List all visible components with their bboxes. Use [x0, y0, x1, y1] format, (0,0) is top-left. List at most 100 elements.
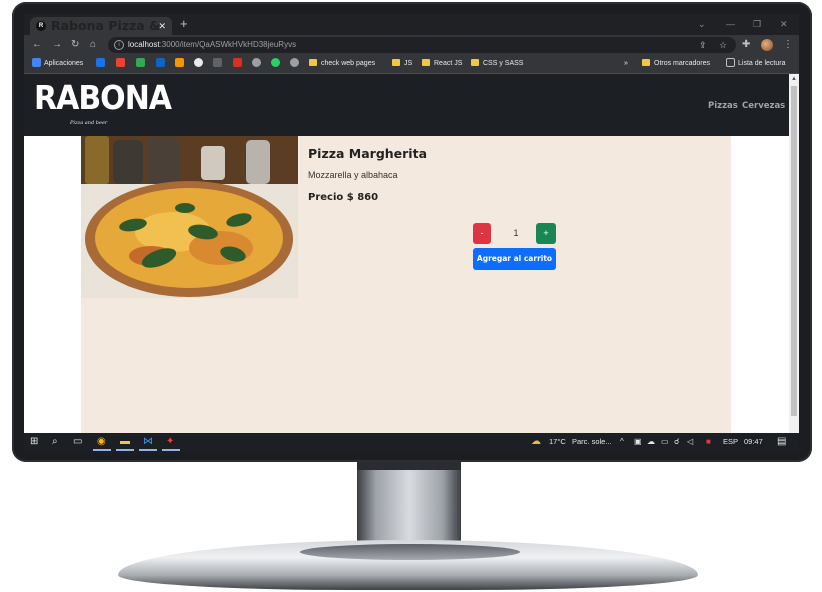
tab-close-icon[interactable]: ✕	[158, 17, 166, 35]
browser-tab-bar: R Rabona Pizza & Beer ✕ + ⌄ — ❐ ✕	[24, 14, 799, 51]
profile-avatar[interactable]	[761, 39, 773, 51]
bookmark-github[interactable]	[194, 55, 206, 73]
weather-text[interactable]: Parc. sole...	[572, 433, 612, 451]
scrollbar-thumb[interactable]	[791, 86, 797, 416]
bookmark-outlook[interactable]	[96, 55, 108, 73]
page-scrollbar[interactable]: ▲ ▼	[789, 74, 799, 446]
add-to-cart-button[interactable]: Agregar al carrito	[473, 248, 556, 270]
bookmark-globe[interactable]	[252, 55, 264, 73]
tray-chevron-icon[interactable]: ^	[620, 433, 624, 451]
clock-time[interactable]: 09:47	[744, 433, 763, 451]
url-path: :3000/item/QaASWkHVkHD38jeuRyvs	[159, 40, 297, 49]
product-detail-card: Pizza Margherita Mozzarella y albahaca P…	[81, 136, 731, 446]
new-tab-icon[interactable]: +	[180, 16, 188, 32]
nav-link-cervezas[interactable]: Cervezas	[742, 100, 785, 112]
windows-taskbar: ⊞ ⌕ ▭ ◉ ▬ ⋈ ✦ ☁ 17°C Parc. sole... ^ ▣ ☁…	[24, 433, 799, 451]
back-icon[interactable]: ←	[32, 37, 42, 53]
site-navbar: RABONA Pizza and beer Pizzas Cervezas	[24, 74, 789, 136]
battery-icon[interactable]: ▭	[661, 433, 669, 451]
bookmark-dark[interactable]	[213, 55, 225, 73]
bookmark-red[interactable]	[233, 55, 245, 73]
product-title: Pizza Margherita	[308, 146, 428, 161]
folder-icon	[642, 59, 650, 66]
bookmarks-overflow-icon[interactable]: »	[624, 55, 628, 73]
nav-link-pizzas[interactable]: Pizzas	[708, 100, 738, 112]
bookmark-folder-react-js[interactable]: React JS	[422, 55, 462, 73]
site-info-icon[interactable]: i	[114, 40, 124, 50]
quantity-value: 1	[513, 228, 519, 238]
monitor-stand-shadow	[357, 462, 461, 470]
vscode-active-indicator	[139, 449, 157, 451]
browser-tab[interactable]: R Rabona Pizza & Beer ✕	[30, 17, 172, 51]
bookmarks-bar: Aplicaciones check web pages JS React JS…	[24, 55, 799, 74]
tray-app-icon[interactable]: ▣	[634, 433, 642, 451]
bookmark-drive[interactable]	[136, 55, 148, 73]
bookmark-other[interactable]: Otros marcadores	[642, 55, 710, 73]
drive-icon	[136, 58, 145, 67]
minimize-icon[interactable]: —	[726, 16, 735, 32]
network-icon[interactable]: ☌	[674, 433, 679, 451]
gmail-icon	[116, 58, 125, 67]
weather-icon[interactable]: ☁	[531, 433, 541, 451]
reading-list-icon	[726, 58, 735, 67]
antivirus-icon[interactable]: ■	[706, 433, 711, 451]
folder-icon	[471, 59, 479, 66]
home-icon[interactable]: ⌂	[90, 37, 96, 53]
chrome-active-indicator	[93, 449, 111, 451]
explorer-active-indicator	[116, 449, 134, 451]
globe-icon	[290, 58, 299, 67]
tab-favicon: R	[36, 21, 46, 31]
bookmark-folder-check-web-pages[interactable]: check web pages	[309, 55, 375, 73]
bookmark-whatsapp[interactable]	[271, 55, 283, 73]
menu-kebab-icon[interactable]: ⋮	[783, 37, 793, 53]
folder-icon	[309, 59, 317, 66]
outlook-icon	[96, 58, 105, 67]
globe-icon	[252, 58, 261, 67]
search-icon[interactable]: ⌕	[52, 433, 58, 451]
increase-quantity-button[interactable]: +	[536, 223, 556, 244]
windows-start-icon[interactable]: ⊞	[30, 433, 38, 451]
address-bar[interactable]: i localhost:3000/item/QaASWkHVkHD38jeuRy…	[108, 37, 736, 53]
url-text[interactable]: localhost:3000/item/QaASWkHVkHD38jeuRyvs	[128, 37, 296, 53]
monitor-stand-base-inner	[300, 544, 520, 560]
bookmark-orange[interactable]	[175, 55, 187, 73]
folder-icon	[422, 59, 430, 66]
bookmark-folder-css-sass[interactable]: CSS y SASS	[471, 55, 523, 73]
tab-search-icon[interactable]: ⌄	[698, 16, 706, 32]
bookmark-linkedin[interactable]	[156, 55, 168, 73]
close-window-icon[interactable]: ✕	[780, 16, 788, 32]
github-icon	[194, 58, 203, 67]
share-icon[interactable]: ⇪	[699, 37, 707, 53]
site-logo[interactable]: RABONA Pizza and beer	[34, 78, 172, 126]
bookmark-globe-2[interactable]	[290, 55, 302, 73]
scroll-up-icon[interactable]: ▲	[791, 76, 797, 82]
notification-icon[interactable]: ▤	[777, 433, 786, 451]
weather-temp[interactable]: 17°C	[549, 433, 566, 451]
pizza-image	[81, 136, 298, 298]
bookmark-apps[interactable]: Aplicaciones	[32, 55, 83, 73]
task-view-icon[interactable]: ▭	[73, 433, 82, 451]
forward-icon[interactable]: →	[52, 37, 62, 53]
whatsapp-icon	[271, 58, 280, 67]
bookmark-star-icon[interactable]: ☆	[719, 37, 727, 53]
reading-list[interactable]: Lista de lectura	[726, 55, 785, 73]
linkedin-icon	[156, 58, 165, 67]
app-active-indicator	[162, 449, 180, 451]
maximize-icon[interactable]: ❐	[753, 16, 761, 32]
folder-icon	[392, 59, 400, 66]
logo-sub-text: Pizza and beer	[70, 120, 108, 126]
language-indicator[interactable]: ESP	[723, 433, 738, 451]
bookmark-orange-icon	[175, 58, 184, 67]
pizza-photo	[81, 136, 298, 298]
bookmark-red-icon	[233, 58, 242, 67]
product-description: Mozzarella y albahaca	[308, 170, 398, 180]
decrease-quantity-button[interactable]: -	[473, 223, 491, 244]
bookmark-gmail[interactable]	[116, 55, 128, 73]
volume-icon[interactable]: ◁	[687, 433, 693, 451]
web-page: RABONA Pizza and beer Pizzas Cervezas Pi…	[24, 74, 789, 446]
extensions-puzzle-icon[interactable]: ✚	[742, 37, 750, 53]
cloud-icon[interactable]: ☁	[647, 433, 655, 451]
bookmark-folder-js[interactable]: JS	[392, 55, 412, 73]
reload-icon[interactable]: ↻	[71, 37, 79, 53]
logo-main-text: RABONA	[34, 79, 172, 118]
